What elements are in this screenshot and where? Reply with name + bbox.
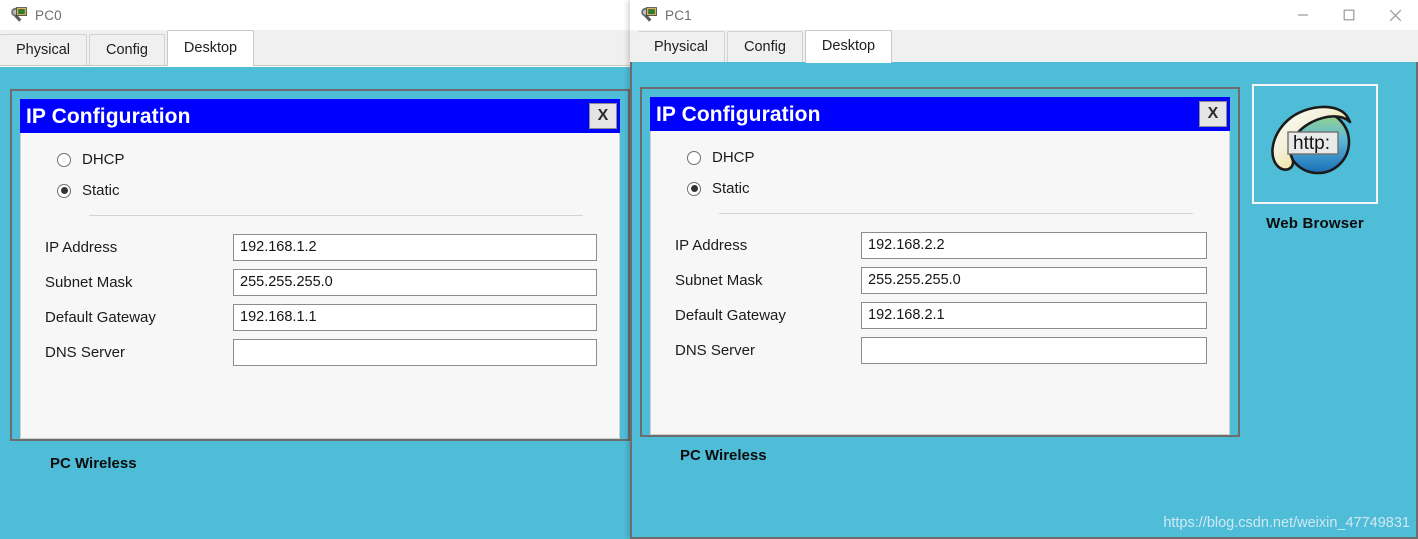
field-row-subnet-mask: Subnet Mask 255.255.255.0 [673, 267, 1207, 294]
divider [719, 213, 1193, 214]
close-icon[interactable]: X [1199, 101, 1227, 127]
desktop-icon-web-browser[interactable]: http: Web Browser [1252, 84, 1378, 232]
ip-configuration-dialog-pc0[interactable]: IP Configuration X DHCP Static IP Addres… [10, 89, 630, 441]
titlebar-pc0[interactable]: PC0 [0, 0, 638, 30]
pc-wireless-label-pc1[interactable]: PC Wireless [680, 447, 767, 464]
field-row-ip-address: IP Address 192.168.1.2 [43, 234, 597, 261]
radio-label-static: Static [82, 182, 120, 199]
input-dns-server[interactable] [233, 339, 597, 366]
label-subnet-mask: Subnet Mask [675, 272, 763, 289]
radio-label-dhcp: DHCP [82, 151, 125, 168]
field-row-ip-address: IP Address 192.168.2.2 [673, 232, 1207, 259]
tab-physical[interactable]: Physical [0, 34, 87, 65]
field-row-dns-server: DNS Server [43, 339, 597, 366]
input-default-gateway[interactable]: 192.168.2.1 [861, 302, 1207, 329]
input-ip-address[interactable]: 192.168.1.2 [233, 234, 597, 261]
tab-config[interactable]: Config [89, 34, 165, 65]
pc-device-icon [640, 6, 658, 24]
tab-physical[interactable]: Physical [638, 31, 725, 62]
dialog-titlebar[interactable]: IP Configuration X [650, 97, 1230, 131]
close-icon[interactable]: X [589, 103, 617, 129]
input-subnet-mask[interactable]: 255.255.255.0 [861, 267, 1207, 294]
desktop-area-pc0: IP Configuration X DHCP Static IP Addres… [0, 67, 638, 539]
input-ip-address[interactable]: 192.168.2.2 [861, 232, 1207, 259]
window-pc0[interactable]: PC0 Physical Config Desktop IP Configura… [0, 0, 638, 539]
tabstrip-pc0: Physical Config Desktop [0, 30, 638, 66]
tab-config[interactable]: Config [727, 31, 803, 62]
web-browser-label: Web Browser [1266, 215, 1364, 232]
divider [89, 215, 583, 216]
radio-dhcp[interactable] [687, 150, 701, 165]
label-ip-address: IP Address [45, 239, 118, 256]
dialog-title: IP Configuration [656, 102, 821, 126]
dialog-title: IP Configuration [26, 104, 191, 128]
web-browser-icon-frame: http: [1252, 84, 1378, 204]
watermark: https://blog.csdn.net/weixin_47749831 [1163, 515, 1410, 531]
field-row-default-gateway: Default Gateway 192.168.1.1 [43, 304, 597, 331]
tab-desktop[interactable]: Desktop [166, 30, 255, 66]
maximize-icon[interactable] [1326, 0, 1372, 30]
window-pc1[interactable]: PC1 Physical Config Desktop IP Configura… [630, 0, 1418, 539]
radio-row-dhcp[interactable]: DHCP [687, 149, 1207, 166]
web-browser-icon-text: http: [1293, 133, 1330, 154]
radio-dhcp[interactable] [57, 152, 71, 167]
ip-configuration-dialog-pc1[interactable]: IP Configuration X DHCP Static IP Addres… [640, 87, 1240, 437]
web-browser-icon: http: [1262, 92, 1368, 197]
label-default-gateway: Default Gateway [675, 307, 786, 324]
window-title-pc1: PC1 [665, 7, 692, 23]
label-ip-address: IP Address [675, 237, 748, 254]
input-dns-server[interactable] [861, 337, 1207, 364]
dialog-body: DHCP Static IP Address 192.168.1.2 Subne… [20, 133, 620, 439]
input-default-gateway[interactable]: 192.168.1.1 [233, 304, 597, 331]
pc-wireless-label-pc0[interactable]: PC Wireless [50, 455, 137, 472]
dialog-titlebar[interactable]: IP Configuration X [20, 99, 620, 133]
label-dns-server: DNS Server [675, 342, 756, 359]
titlebar-pc1[interactable]: PC1 [630, 0, 1418, 30]
radio-static[interactable] [687, 181, 701, 196]
close-icon[interactable] [1372, 0, 1418, 30]
field-row-dns-server: DNS Server [673, 337, 1207, 364]
pc-device-icon [10, 6, 28, 24]
field-row-subnet-mask: Subnet Mask 255.255.255.0 [43, 269, 597, 296]
minimize-icon[interactable] [1280, 0, 1326, 30]
window-title-pc0: PC0 [35, 7, 62, 23]
radio-row-dhcp[interactable]: DHCP [57, 151, 597, 168]
label-subnet-mask: Subnet Mask [45, 274, 133, 291]
tab-desktop[interactable]: Desktop [804, 30, 893, 63]
field-row-default-gateway: Default Gateway 192.168.2.1 [673, 302, 1207, 329]
label-default-gateway: Default Gateway [45, 309, 156, 326]
dialog-body: DHCP Static IP Address 192.168.2.2 Subne… [650, 131, 1230, 435]
radio-label-dhcp: DHCP [712, 149, 755, 166]
label-dns-server: DNS Server [45, 344, 126, 361]
desktop-area-pc1: IP Configuration X DHCP Static IP Addres… [630, 62, 1418, 539]
radio-row-static[interactable]: Static [687, 180, 1207, 197]
radio-label-static: Static [712, 180, 750, 197]
radio-row-static[interactable]: Static [57, 182, 597, 199]
window-controls [1280, 0, 1418, 30]
tabstrip-pc1: Physical Config Desktop [630, 30, 1418, 63]
radio-static[interactable] [57, 183, 71, 198]
input-subnet-mask[interactable]: 255.255.255.0 [233, 269, 597, 296]
